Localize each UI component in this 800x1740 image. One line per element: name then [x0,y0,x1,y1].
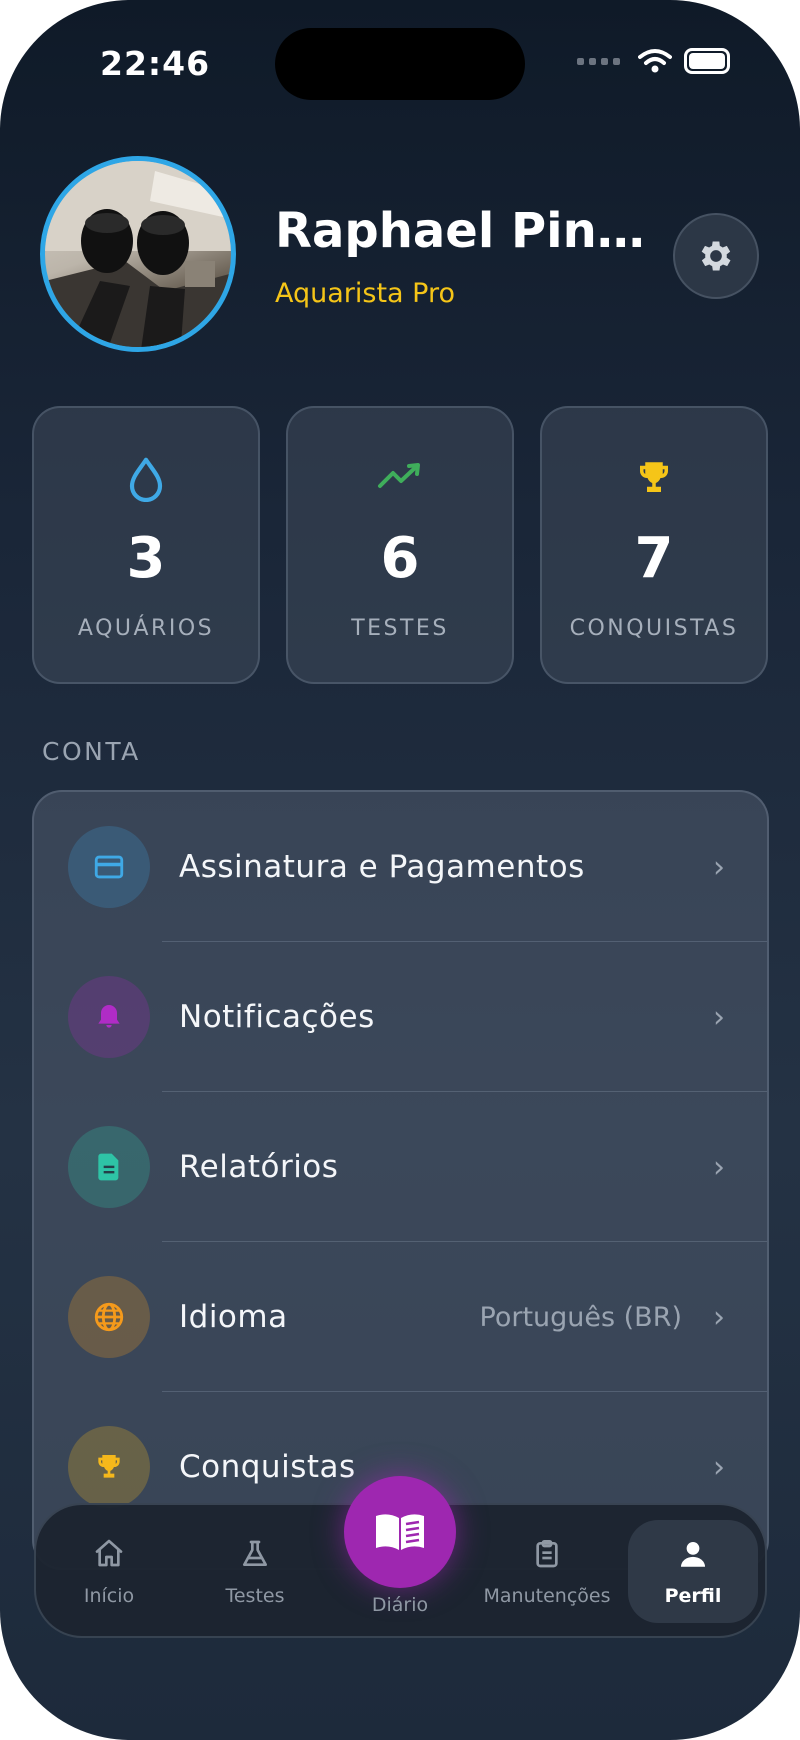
section-title-conta: CONTA [42,737,141,766]
account-menu: Assinatura e Pagamentos › Notificações › [32,790,769,1570]
settings-button[interactable] [673,213,759,299]
menu-item-notificacoes[interactable]: Notificações › [34,942,767,1092]
trophy-icon [68,1426,150,1508]
tab-label: Perfil [664,1585,722,1607]
menu-item-value: Português (BR) [479,1301,683,1333]
tab-diario-button[interactable] [344,1476,456,1588]
globe-icon [68,1276,150,1358]
menu-item-label: Assinatura e Pagamentos [179,849,585,885]
chevron-right-icon: › [713,1299,725,1335]
menu-item-label: Relatórios [179,1149,339,1185]
document-icon [68,1126,150,1208]
dynamic-island [275,28,525,100]
tab-label: Diário [371,1594,429,1616]
stat-card-conquistas[interactable]: 7 CONQUISTAS [540,406,768,684]
tab-label: Início [83,1585,135,1607]
book-icon [376,1514,424,1550]
stat-value: 7 [634,526,674,591]
tab-perfil[interactable]: Perfil [628,1520,758,1623]
menu-item-label: Notificações [179,999,375,1035]
chevron-right-icon: › [713,1449,725,1485]
person-icon [680,1541,706,1567]
status-indicators [577,48,730,74]
avatar[interactable] [40,156,236,352]
menu-item-label: Idioma [179,1299,288,1335]
stat-value: 3 [126,526,166,591]
home-icon [95,1539,123,1567]
menu-item-label: Conquistas [179,1449,356,1485]
tab-label: Manutenções [483,1585,611,1607]
tab-label: Testes [225,1585,285,1607]
profile-name: Raphael Pinheir... [275,203,675,259]
cellular-signal-icon [577,57,620,65]
gear-icon [701,241,731,271]
stat-card-testes[interactable]: 6 TESTES [286,406,514,684]
stat-card-aquarios[interactable]: 3 AQUÁRIOS [32,406,260,684]
water-drop-icon [129,457,163,502]
trophy-icon [640,462,668,492]
phone-screen: 22:46 Raphael Pinheir... Aquarista Pro [0,0,800,1740]
chevron-right-icon: › [713,1149,725,1185]
tab-inicio[interactable]: Início [44,1505,174,1640]
menu-item-idioma[interactable]: Idioma Português (BR) › [34,1242,767,1392]
status-time: 22:46 [100,44,211,83]
clipboard-icon [536,1540,558,1568]
battery-icon [684,48,730,74]
credit-card-icon [68,826,150,908]
stat-label: CONQUISTAS [569,616,739,641]
chevron-right-icon: › [713,999,725,1035]
chevron-right-icon: › [713,849,725,885]
trending-up-icon [378,463,420,488]
flask-icon [243,1540,267,1566]
stat-label: TESTES [351,616,449,641]
stat-value: 6 [380,526,420,591]
tab-testes[interactable]: Testes [190,1505,320,1640]
stat-label: AQUÁRIOS [77,616,215,641]
tab-manutencoes[interactable]: Manutenções [482,1505,612,1640]
wifi-icon [638,49,672,73]
menu-item-assinatura[interactable]: Assinatura e Pagamentos › [34,792,767,942]
menu-item-relatorios[interactable]: Relatórios › [34,1092,767,1242]
bell-icon [68,976,150,1058]
profile-tier: Aquarista Pro [275,278,456,309]
